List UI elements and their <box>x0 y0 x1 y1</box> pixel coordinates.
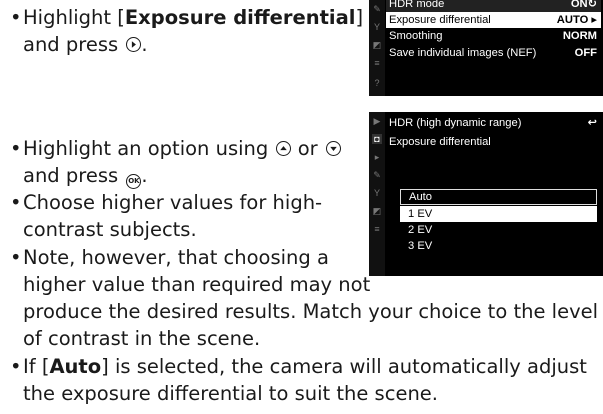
instruction-auto: • If [Auto] is selected, the camera will… <box>6 353 603 407</box>
text-fragment: Highlight an option using <box>23 137 269 160</box>
menu-row-value: NORM <box>562 30 597 42</box>
text-fragment: If [ <box>23 355 50 378</box>
custom-settings-icon: ✎ <box>373 170 381 180</box>
menu-row-hdr-mode[interactable]: HDR mode ON↻ <box>386 0 601 12</box>
bullet: • <box>10 191 22 214</box>
menu-row-value: OFF <box>574 47 597 59</box>
menu-row-label: Exposure differential <box>389 14 491 26</box>
ok-button-icon: OK <box>126 174 142 189</box>
screen-subtitle-text: Exposure differential <box>389 136 491 148</box>
menu-row-label: HDR mode <box>389 0 445 10</box>
bullet: • <box>10 355 22 378</box>
text-fragment: and press <box>23 33 119 56</box>
my-menu-icon: ≡ <box>374 58 380 68</box>
retouch-menu-icon: ◩ <box>372 206 382 216</box>
menu-row-smoothing[interactable]: Smoothing NORM <box>386 28 601 44</box>
menu-row-exposure-differential[interactable]: Exposure differential AUTO ▸ <box>386 12 601 28</box>
text-fragment: higher value than required may not <box>23 273 371 296</box>
text-fragment: or <box>297 137 318 160</box>
text-fragment: produce the desired results. Match your … <box>23 300 599 323</box>
menu-row-label: Smoothing <box>389 30 443 42</box>
camera-screen-exposure-differential: ▶ ◘ ▸ ✎ Y ◩ ≡ HDR (high dynamic range) ↩… <box>369 112 603 276</box>
help-icon: ? <box>374 78 380 88</box>
text-fragment: and press <box>23 164 119 187</box>
setup-menu-icon: Y <box>373 188 380 198</box>
bullet: • <box>10 246 22 269</box>
retouch-menu-icon: ◩ <box>372 40 382 50</box>
multi-selector-right-icon <box>126 37 142 52</box>
option-name: Auto <box>49 355 102 378</box>
bullet: • <box>10 137 22 160</box>
menu-row-value: AUTO ▸ <box>556 14 597 26</box>
camera-screen-hdr-menu: ✎ Y ◩ ≡ ? HDR mode ON↻ Exposure differen… <box>369 0 603 96</box>
back-icon[interactable]: ↩ <box>588 115 597 131</box>
menu-tab-bar: ✎ Y ◩ ≡ ? <box>369 0 385 96</box>
instruction-higher-values: • Choose higher values for high- contras… <box>6 189 366 243</box>
playback-menu-icon: ▶ <box>373 116 381 126</box>
text-fragment: ] <box>355 6 364 29</box>
instruction-highlight-exposure: • Highlight [Exposure differential] and … <box>10 6 364 56</box>
setup-menu-icon: Y <box>373 22 380 32</box>
movie-menu-icon: ▸ <box>374 152 380 162</box>
custom-settings-icon: ✎ <box>373 4 381 14</box>
option-3ev[interactable]: 3 EV <box>400 238 597 254</box>
menu-row-label: Save individual images (NEF) <box>389 47 537 59</box>
screen-subtitle: Exposure differential <box>386 134 601 150</box>
menu-row-save-individual-images[interactable]: Save individual images (NEF) OFF <box>386 45 601 61</box>
text-fragment: Choose higher values for high- <box>23 191 323 214</box>
text-fragment: Note, however, that choosing a <box>23 246 329 269</box>
text-fragment: of contrast in the scene. <box>23 327 261 350</box>
option-2ev[interactable]: 2 EV <box>400 222 597 238</box>
text-fragment: contrast subjects. <box>23 218 197 241</box>
multi-selector-down-icon <box>325 141 341 156</box>
text-fragment: ] is selected, the camera will automatic… <box>101 355 587 378</box>
multi-selector-up-icon <box>276 141 292 156</box>
bullet: • <box>10 6 22 29</box>
menu-tab-bar: ▶ ◘ ▸ ✎ Y ◩ ≡ <box>369 112 385 276</box>
menu-item-name: Exposure differential <box>124 6 356 29</box>
text-fragment: the exposure differential to suit the sc… <box>23 382 438 405</box>
option-1ev[interactable]: 1 EV <box>400 206 597 222</box>
menu-row-value: ON↻ <box>570 0 597 10</box>
instruction-highlight-option: • Highlight an option using or and press… <box>6 135 366 189</box>
screen-title: HDR (high dynamic range) ↩ <box>386 115 601 131</box>
text-fragment: Highlight [ <box>23 6 125 29</box>
screen-title-text: HDR (high dynamic range) <box>389 117 522 129</box>
option-auto[interactable]: Auto <box>400 189 597 205</box>
photo-shooting-menu-icon: ◘ <box>372 134 382 144</box>
my-menu-icon: ≡ <box>374 224 380 234</box>
